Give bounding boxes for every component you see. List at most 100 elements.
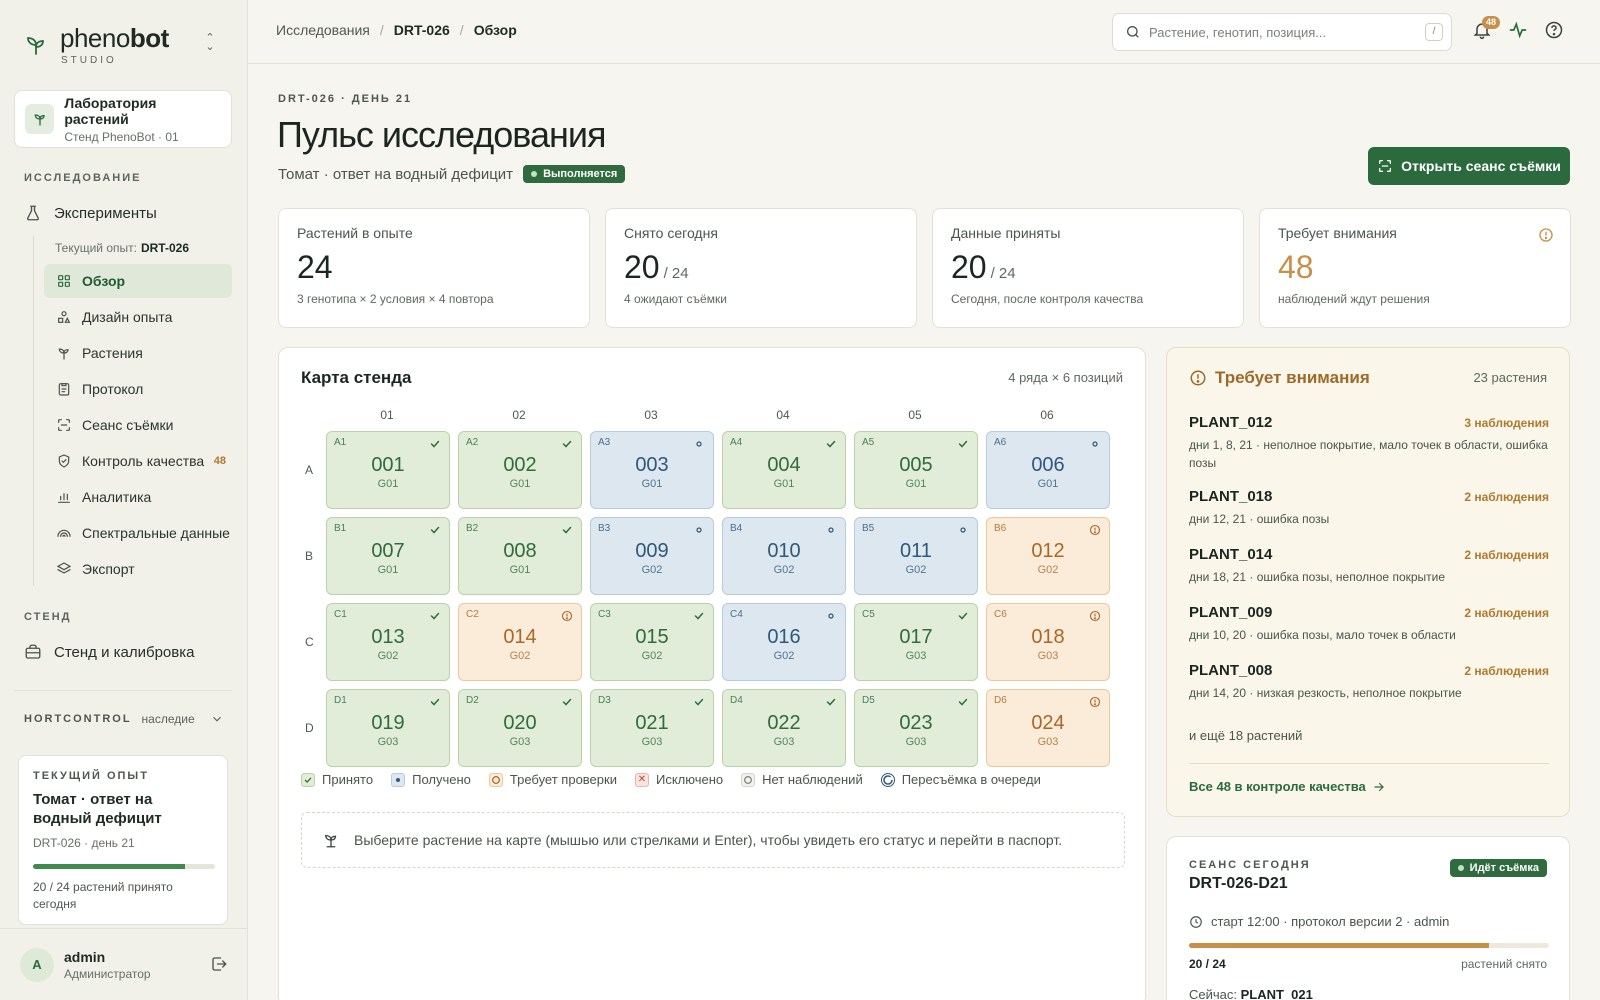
plant-cell[interactable]: B1 007 G01	[326, 517, 450, 595]
check-icon	[958, 440, 968, 448]
attention-count: 2 наблюдения	[1464, 548, 1549, 562]
attention-item[interactable]: PLANT_008 2 наблюдения дни 14, 20 · низкая…	[1189, 662, 1549, 702]
plant-cell[interactable]: C1 013 G02	[326, 603, 450, 681]
kpi-foot: Сегодня, после контроля качества	[951, 292, 1144, 306]
hortcontrol-toggle[interactable]: HORTCONTROL наследие	[24, 712, 224, 726]
plant-cell[interactable]: A6 006 G01	[986, 431, 1110, 509]
cell-genotype: G01	[905, 478, 927, 490]
plant-cell[interactable]: B4 010 G02	[722, 517, 846, 595]
cell-position: B2	[466, 523, 479, 534]
attention-item[interactable]: PLANT_018 2 наблюдения дни 12, 21 · ошибка…	[1189, 488, 1549, 528]
session-card[interactable]: СЕАНС СЕГОДНЯ DRT-026-D21 Идёт съёмка ст…	[1166, 836, 1570, 1000]
check-icon	[958, 698, 968, 706]
cell-plant-number: 015	[635, 626, 669, 648]
open-capture-session-button[interactable]: Открыть сеанс съёмки	[1368, 147, 1570, 185]
plant-cell[interactable]: D1 019 G03	[326, 689, 450, 767]
nav-bench-calibration[interactable]: Стенд и калибровка	[24, 643, 194, 661]
logout-icon[interactable]	[210, 955, 228, 973]
plant-cell[interactable]: A4 004 G01	[722, 431, 846, 509]
cell-plant-number: 017	[899, 626, 933, 648]
breadcrumb-experiment[interactable]: DRT-026	[394, 22, 450, 38]
attention-item[interactable]: PLANT_009 2 наблюдения дни 10, 20 · ошибка…	[1189, 604, 1549, 644]
plant-cell[interactable]: A2 002 G01	[458, 431, 582, 509]
attention-more[interactable]: и ещё 18 растений	[1189, 728, 1302, 743]
sidebar-item-9[interactable]: Экспорт	[44, 552, 232, 586]
current-experiment-card[interactable]: ТЕКУЩИЙ ОПЫТ Томат · ответ на водный деф…	[18, 755, 228, 925]
plant-cell[interactable]: A5 005 G01	[854, 431, 978, 509]
topbar: Исследования / DRT-026 / Обзор / 48	[248, 0, 1600, 64]
cell-position: A1	[334, 437, 347, 448]
check-icon	[562, 526, 572, 534]
plant-cell[interactable]: A1 001 G01	[326, 431, 450, 509]
cell-plant-number: 023	[899, 712, 933, 734]
plant-cell[interactable]: D4 022 G03	[722, 689, 846, 767]
plant-cell[interactable]: C5 017 G03	[854, 603, 978, 681]
plant-cell[interactable]: B3 009 G02	[590, 517, 714, 595]
attention-all-link[interactable]: Все 48 в контроле качества	[1189, 779, 1386, 794]
sidebar-item-2[interactable]: Дизайн опыта	[44, 300, 232, 334]
column-header: 05	[908, 408, 922, 422]
cell-genotype: G02	[1037, 564, 1059, 576]
cell-position: C2	[466, 609, 479, 620]
plant-cell[interactable]: B6 012 G02	[986, 517, 1110, 595]
brand-logo[interactable]: phenobot STUDIO ⌃ ⌄	[24, 22, 224, 68]
activity-button[interactable]	[1508, 20, 1528, 45]
check-icon	[430, 526, 440, 534]
legacy-key: HORTCONTROL	[24, 713, 132, 725]
sidebar-item-7[interactable]: Аналитика	[44, 480, 232, 514]
flask-icon	[27, 205, 39, 221]
sidebar-item-label: Экспорт	[82, 561, 135, 577]
attention-item[interactable]: PLANT_012 3 наблюдения дни 1, 8, 21 · непо…	[1189, 414, 1549, 472]
check-icon	[958, 612, 968, 620]
search-input[interactable]	[1149, 24, 1409, 40]
sprout-icon	[325, 834, 337, 848]
cell-plant-number: 002	[503, 454, 537, 476]
cell-genotype: G01	[641, 478, 663, 490]
kpi-foot: 3 генотипа × 2 условия × 4 повтора	[297, 292, 494, 306]
cell-plant-number: 009	[635, 540, 669, 562]
lab-subtitle: Стенд PhenoBot · 01	[64, 129, 179, 144]
cell-position: A4	[730, 437, 743, 448]
lab-switcher[interactable]: Лаборатория растений Стенд PhenoBot · 01	[14, 90, 232, 148]
plant-cell[interactable]: D3 021 G03	[590, 689, 714, 767]
avatar[interactable]: A	[20, 947, 54, 982]
sidebar-item-4[interactable]: Протокол	[44, 372, 232, 406]
sidebar-item-8[interactable]: Спектральные данные	[44, 516, 232, 550]
cell-position: D5	[862, 695, 875, 706]
toolbox-icon	[25, 644, 41, 659]
sidebar-item-6[interactable]: Контроль качества 48	[44, 444, 232, 478]
sidebar-item-1[interactable]: Обзор	[44, 264, 232, 298]
plant-cell[interactable]: C3 015 G02	[590, 603, 714, 681]
cell-position: A2	[466, 437, 479, 448]
cell-genotype: G02	[641, 650, 663, 662]
plant-cell[interactable]: D2 020 G03	[458, 689, 582, 767]
attention-item[interactable]: PLANT_014 2 наблюдения дни 18, 21 · ошибка…	[1189, 546, 1549, 586]
chevron-updown-icon[interactable]: ⌃ ⌄	[202, 33, 218, 54]
plant-cell[interactable]: C4 016 G02	[722, 603, 846, 681]
current-card-label: ТЕКУЩИЙ ОПЫТ	[33, 770, 149, 782]
plant-cell[interactable]: C2 014 G02	[458, 603, 582, 681]
breadcrumb-separator: /	[379, 22, 384, 38]
kpi-value: 24	[297, 249, 333, 285]
notifications-button[interactable]: 48	[1472, 16, 1501, 45]
kpi-label: Данные приняты	[951, 225, 1061, 241]
plant-cell[interactable]: C6 018 G03	[986, 603, 1110, 681]
dot-icon	[696, 441, 702, 447]
attention-count: 2 наблюдения	[1464, 664, 1549, 678]
arrow-right-icon	[1374, 782, 1384, 791]
sidebar-item-label: Аналитика	[82, 489, 152, 505]
plant-cell[interactable]: D6 024 G03	[986, 689, 1110, 767]
user-role: Администратор	[64, 966, 151, 981]
plant-cell[interactable]: A3 003 G01	[590, 431, 714, 509]
breadcrumb-root[interactable]: Исследования	[276, 22, 370, 38]
sidebar-item-5[interactable]: Сеанс съёмки	[44, 408, 232, 442]
search-box[interactable]: /	[1112, 13, 1452, 51]
nav-experiments[interactable]: Эксперименты	[24, 204, 157, 222]
map-hint: Выберите растение на карте (мышью или ст…	[301, 812, 1125, 868]
cell-position: A3	[598, 437, 611, 448]
sidebar-item-3[interactable]: Растения	[44, 336, 232, 370]
plant-cell[interactable]: B5 011 G02	[854, 517, 978, 595]
help-button[interactable]	[1544, 20, 1564, 45]
plant-cell[interactable]: D5 023 G03	[854, 689, 978, 767]
plant-cell[interactable]: B2 008 G01	[458, 517, 582, 595]
